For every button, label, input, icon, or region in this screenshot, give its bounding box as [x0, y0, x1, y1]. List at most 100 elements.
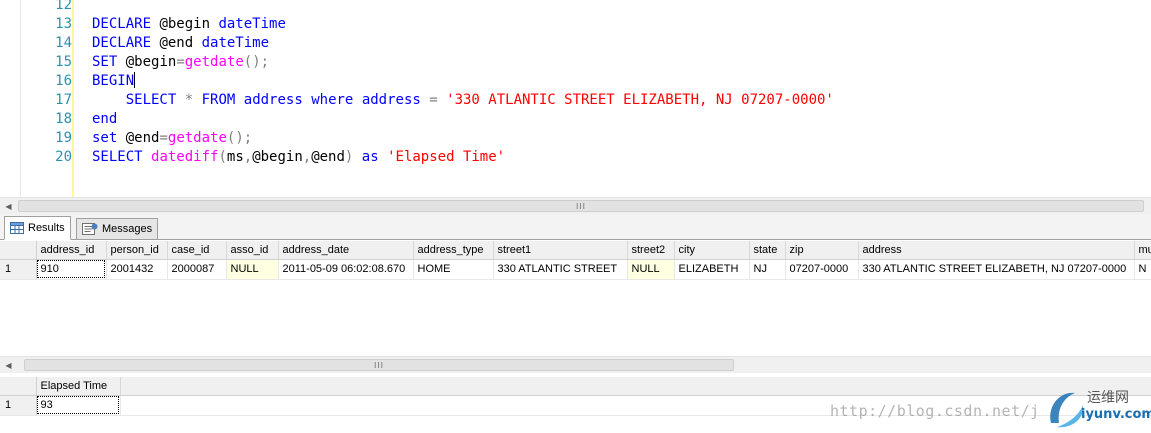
column-header-mu[interactable]: mu	[1134, 241, 1151, 260]
cell-asso-id[interactable]: NULL	[226, 259, 279, 280]
code-token: as	[361, 149, 379, 165]
code-token: =	[429, 92, 438, 108]
tab-messages[interactable]: Messages	[76, 218, 159, 240]
cell-state[interactable]: NJ	[749, 259, 786, 280]
code-token: @end	[117, 130, 160, 146]
row-number-header[interactable]: 1	[0, 395, 37, 416]
line-number: 13	[55, 16, 72, 32]
line-number: 20	[55, 149, 72, 165]
logo-chinese-text: 运维网	[1087, 390, 1129, 406]
column-header-city[interactable]: city	[674, 241, 750, 260]
cell-address-id[interactable]: 910	[36, 259, 107, 280]
code-line[interactable]: SELECT datediff(ms,@begin,@end) as 'Elap…	[92, 148, 505, 167]
results-grid[interactable]: address_id person_id case_id asso_id address…	[0, 241, 1151, 358]
change-tracking-bar	[72, 0, 74, 197]
column-header-asso-id[interactable]: asso_id	[226, 241, 279, 260]
tab-messages-label: Messages	[102, 223, 153, 235]
code-token: ();	[243, 54, 270, 70]
code-area[interactable]: DECLARE @begin dateTime DECLARE @end date…	[92, 0, 1151, 197]
scroll-grip-icon: III	[575, 201, 587, 211]
column-header-street1[interactable]: street1	[493, 241, 628, 260]
row-number-header[interactable]: 1	[0, 259, 37, 280]
query-editor[interactable]: 12 13 14 15 16 17 18 19 20 DECLARE @begin dateTi…	[0, 0, 1151, 197]
column-header-elapsed-time[interactable]: Elapsed Time	[36, 377, 121, 396]
code-token: set	[92, 130, 118, 146]
editor-horizontal-scrollbar[interactable]: ◀ III	[0, 197, 1151, 214]
cell-street1[interactable]: 330 ATLANTIC STREET	[493, 259, 628, 280]
grid-corner-header[interactable]	[0, 377, 37, 396]
logo-domain-text: iyunv.com	[1081, 407, 1151, 422]
code-token: FROM	[201, 92, 236, 108]
line-number-gutter: 12 13 14 15 16 17 18 19 20	[21, 0, 72, 197]
column-header-address-type[interactable]: address_type	[413, 241, 494, 260]
cell-zip[interactable]: 07207-0000	[785, 259, 859, 280]
grid-icon	[10, 222, 24, 234]
results-table: address_id person_id case_id asso_id address…	[0, 241, 1151, 280]
cell-elapsed-time[interactable]: 93	[36, 395, 121, 416]
column-header-address[interactable]: address	[858, 241, 1135, 260]
line-number: 19	[55, 130, 72, 146]
code-token: where	[311, 92, 354, 108]
watermark-url: http://blog.csdn.net/j	[830, 402, 1040, 420]
results-horizontal-scrollbar[interactable]: ◀ III	[0, 356, 1151, 373]
cell-city[interactable]: ELIZABETH	[674, 259, 750, 280]
column-header-spacer	[120, 377, 1151, 396]
tab-results[interactable]: Results	[4, 216, 71, 240]
site-logo: 运维网 iyunv.com	[1045, 383, 1151, 433]
column-header-street2[interactable]: street2	[627, 241, 675, 260]
code-line[interactable]: DECLARE @end dateTime	[92, 34, 269, 53]
grid-corner-header[interactable]	[0, 241, 37, 260]
cell-address-type[interactable]: HOME	[413, 259, 494, 280]
cell-case-id[interactable]: 2000087	[167, 259, 227, 280]
code-token: getdate	[167, 130, 227, 146]
line-number: 18	[55, 111, 72, 127]
code-token: =	[159, 130, 168, 146]
column-header-person-id[interactable]: person_id	[106, 241, 168, 260]
code-token: ();	[226, 130, 253, 146]
code-token: @begin	[151, 16, 219, 32]
column-header-address-date[interactable]: address_date	[278, 241, 414, 260]
table-row[interactable]: 1 910 2001432 2000087 NULL 2011-05-09 06:02:0…	[0, 259, 1151, 280]
column-header-case-id[interactable]: case_id	[167, 241, 227, 260]
code-token: DECLARE	[92, 16, 152, 32]
code-line[interactable]: DECLARE @begin dateTime	[92, 15, 286, 34]
code-token: address	[243, 92, 303, 108]
editor-scroll-thumb[interactable]: III	[18, 200, 1144, 212]
code-token: '330 ATLANTIC STREET ELIZABETH, NJ 07207…	[446, 92, 834, 108]
code-line[interactable]: end	[92, 110, 117, 129]
column-header-state[interactable]: state	[749, 241, 786, 260]
cell-person-id[interactable]: 2001432	[106, 259, 168, 280]
column-header-zip[interactable]: zip	[785, 241, 859, 260]
code-line[interactable]: set @end=getdate();	[92, 129, 252, 148]
code-token: datediff	[151, 149, 219, 165]
code-token: @begin	[252, 149, 303, 165]
cell-address[interactable]: 330 ATLANTIC STREET ELIZABETH, NJ 07207-…	[858, 259, 1135, 280]
code-token: ,	[302, 149, 312, 165]
code-token: SET	[92, 54, 118, 70]
cell-mu[interactable]: N	[1134, 259, 1151, 280]
scroll-left-arrow-icon[interactable]: ◀	[0, 357, 17, 373]
scroll-left-arrow-icon[interactable]: ◀	[0, 198, 17, 214]
code-line[interactable]: SELECT * FROM address where address = '3…	[92, 91, 834, 110]
code-token: ,	[243, 149, 253, 165]
column-header-address-id[interactable]: address_id	[36, 241, 107, 260]
code-line[interactable]: BEGIN	[92, 72, 136, 91]
cell-address-date[interactable]: 2011-05-09 06:02:08.670	[278, 259, 414, 280]
line-number: 15	[55, 54, 72, 70]
code-line[interactable]: SET @begin=getdate();	[92, 53, 269, 72]
results-tab-bar: Results Messages	[0, 214, 1151, 240]
code-token: end	[92, 111, 118, 127]
editor-selection-margin	[0, 0, 21, 197]
code-token: (	[218, 149, 227, 165]
cell-street2[interactable]: NULL	[627, 259, 675, 280]
results-scroll-thumb[interactable]: III	[24, 359, 734, 371]
text-caret	[134, 72, 136, 88]
code-token: address	[361, 92, 421, 108]
